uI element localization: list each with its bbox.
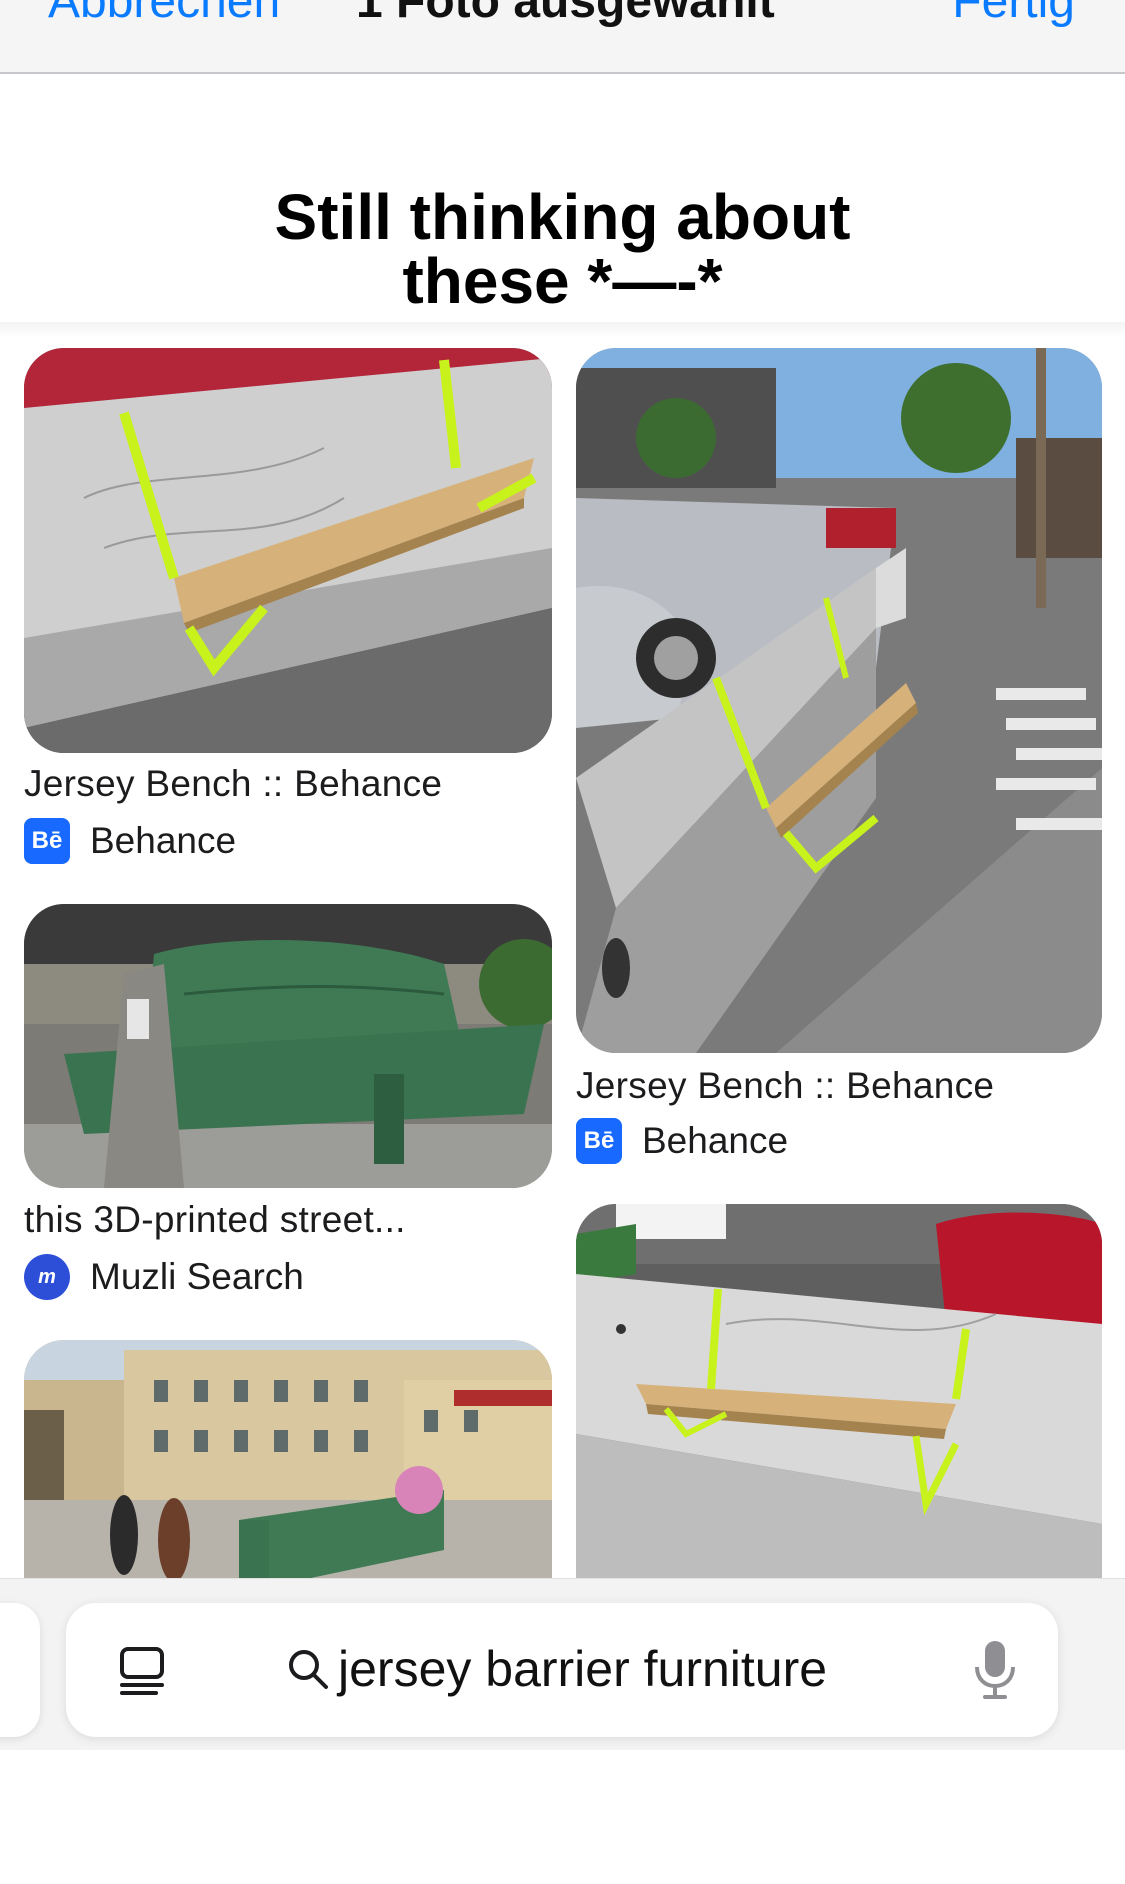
microphone-icon[interactable] — [972, 1639, 1018, 1701]
search-field[interactable]: jersey barrier furniture — [66, 1603, 1058, 1737]
pin-title[interactable]: Jersey Bench :: Behance — [576, 1066, 994, 1106]
screen: Abbrechen 1 Foto ausgewählt Fertig Still… — [0, 0, 1125, 1884]
pin-image-3d-printed-bench[interactable] — [24, 904, 552, 1188]
search-icon — [286, 1647, 330, 1691]
selection-title: 1 Foto ausgewählt — [356, 0, 775, 28]
pin-image-jersey-bench-1[interactable] — [24, 348, 552, 753]
pin-image-jersey-bench-2[interactable] — [576, 348, 1102, 1053]
tabs-icon[interactable] — [116, 1645, 168, 1697]
blank-area — [0, 1750, 1125, 1884]
pin-source-name: Behance — [90, 820, 237, 861]
previous-search-pill[interactable] — [0, 1603, 40, 1737]
board-heading: Still thinking about these *—-* — [0, 185, 1125, 313]
pin-title[interactable]: Jersey Bench :: Behance — [24, 764, 442, 804]
pin-title[interactable]: this 3D-printed street... — [24, 1200, 406, 1240]
heading-divider — [0, 322, 1125, 338]
board-heading-line1: Still thinking about — [274, 181, 851, 253]
nav-bar: Abbrechen 1 Foto ausgewählt Fertig — [0, 0, 1125, 74]
cancel-button[interactable]: Abbrechen — [48, 0, 280, 26]
board-heading-line2: these *—-* — [402, 245, 723, 317]
pin-source-name: Behance — [642, 1120, 789, 1161]
behance-icon: Bē — [24, 818, 70, 864]
pin-source[interactable]: m Muzli Search — [24, 1254, 304, 1300]
pin-image-jersey-bench-3[interactable] — [576, 1204, 1102, 1584]
done-button[interactable]: Fertig — [952, 0, 1075, 26]
pin-source[interactable]: Bē Behance — [24, 818, 236, 864]
search-query[interactable]: jersey barrier furniture — [338, 1639, 827, 1699]
bottom-search-bar: jersey barrier furniture — [0, 1578, 1125, 1751]
behance-icon: Bē — [576, 1118, 622, 1164]
pin-source-name: Muzli Search — [90, 1256, 304, 1297]
pin-source[interactable]: Bē Behance — [576, 1118, 788, 1164]
muzli-icon: m — [24, 1254, 70, 1300]
